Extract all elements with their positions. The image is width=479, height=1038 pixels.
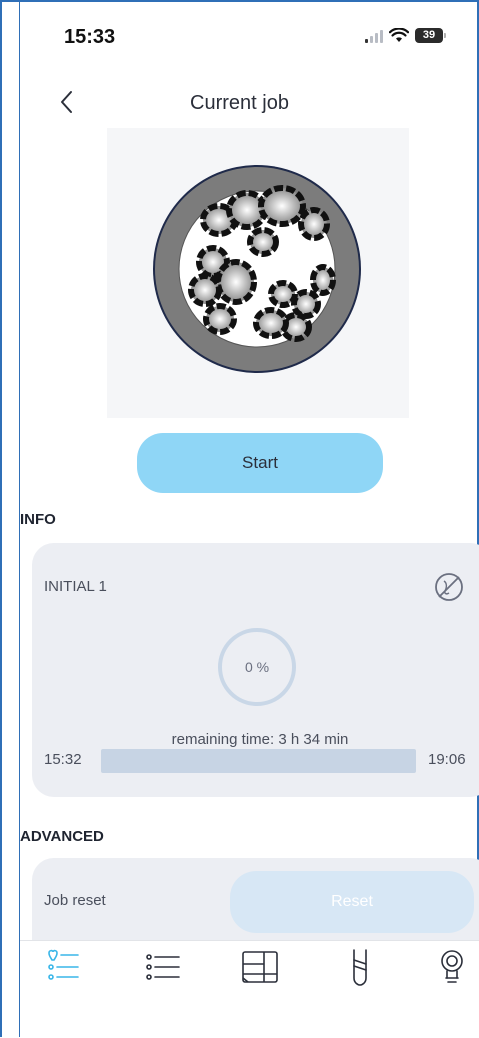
start-time: 15:32 — [44, 751, 82, 768]
status-time: 15:33 — [64, 26, 116, 48]
tab-jobs[interactable] — [44, 948, 84, 988]
tooth-list-icon — [48, 949, 79, 980]
job-reset-label: Job reset — [44, 892, 106, 909]
signal-icon — [365, 29, 383, 43]
lightbulb-icon — [441, 950, 463, 983]
tab-material[interactable] — [240, 948, 280, 988]
material-disc-illustration — [153, 165, 361, 373]
milling-tool-icon — [353, 949, 367, 986]
page-title: Current job — [190, 92, 289, 114]
end-time: 19:06 — [428, 751, 466, 768]
status-icons: 39 — [365, 28, 446, 43]
material-block-icon — [242, 951, 278, 983]
frame-border-top — [0, 0, 479, 2]
reset-button[interactable]: Reset — [230, 871, 474, 933]
progress-bar — [101, 749, 416, 773]
list-icon — [146, 954, 180, 980]
frame-border-left — [0, 0, 2, 1037]
job-preview-image — [107, 128, 409, 418]
info-section-title: INFO — [20, 511, 56, 528]
remaining-time: remaining time: 3 h 34 min — [171, 731, 349, 748]
battery-indicator: 39 — [415, 28, 446, 43]
progress-percent: 0 % — [244, 659, 270, 675]
start-button[interactable]: Start — [137, 433, 383, 493]
tab-service[interactable] — [436, 948, 476, 988]
advanced-section-title: ADVANCED — [20, 828, 104, 845]
tab-tools[interactable] — [340, 948, 380, 988]
no-symbol-icon[interactable] — [433, 571, 465, 603]
disabled-circle-icon — [435, 573, 463, 601]
tab-list[interactable] — [143, 948, 183, 988]
job-name: INITIAL 1 — [44, 578, 107, 595]
wifi-icon — [389, 28, 409, 42]
